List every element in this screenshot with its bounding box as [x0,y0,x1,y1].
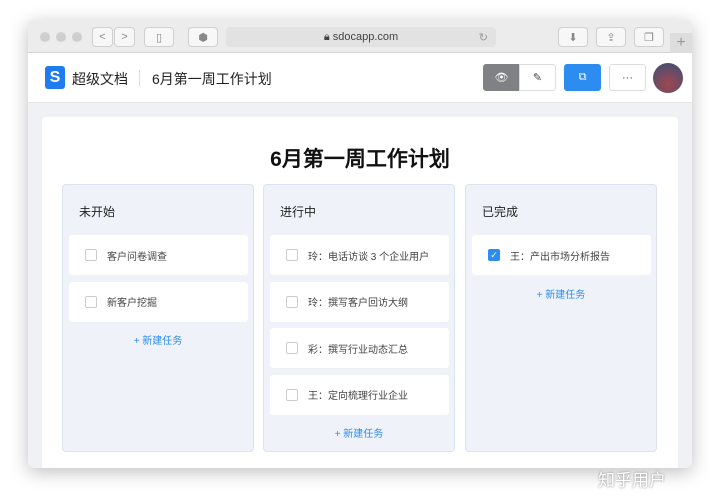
avatar[interactable] [653,63,683,93]
column-1: 进行中 玲：电话访谈 3 个企业用户 玲：撰写客户回访大纲 彩：撰写行业动态汇总… [263,184,455,452]
column-title: 已完成 [482,205,519,219]
task-text: 新客户挖掘 [107,298,157,309]
new-task-button[interactable]: + 新建任务 [63,332,253,347]
close-window-button[interactable] [40,32,50,42]
app-header: S 超级文档 6月第一周工作计划 👁︎ ✎ ⧉ ··· [28,53,692,103]
task-checkbox[interactable] [286,249,298,261]
kanban-board: 6月第一周工作计划 未开始 客户问卷调查 新客户挖掘 + 新建任务 进行中 玲：电… [42,117,678,468]
brand-name[interactable]: 超级文档 [72,69,128,89]
tabs-icon[interactable]: ❐ [634,27,664,47]
task-text: 玲：电话访谈 3 个企业用户 [308,251,430,263]
column-title: 未开始 [79,205,116,219]
reload-icon[interactable]: ↻ [479,31,488,44]
task-checkbox[interactable] [286,295,298,308]
zoom-window-button[interactable] [72,32,82,42]
task-card[interactable]: 玲：电话访谈 3 个企业用户 [270,235,449,275]
task-text: 彩：撰写行业动态汇总 [308,344,408,356]
task-checkbox[interactable]: ✓ [488,249,500,261]
task-card[interactable]: 新客户挖掘 [69,281,248,322]
task-text: 王：定向梳理行业企业 [308,391,408,402]
new-task-button[interactable]: + 新建任务 [466,286,656,301]
sidebar-icon[interactable]: ▯ [144,27,174,47]
column-title: 进行中 [280,205,317,219]
eye-icon: 👁︎ [494,72,509,84]
task-card[interactable]: 王：定向梳理行业企业 [270,374,449,415]
task-checkbox[interactable] [286,342,298,354]
column-0: 未开始 客户问卷调查 新客户挖掘 + 新建任务 [62,184,254,452]
view-mode-button[interactable]: 👁︎ [483,64,520,91]
download-icon[interactable]: ⬇ [558,27,588,47]
browser-window: < > ▯ ⬢ 🔒︎ sdocapp.com ↻ ⬇ ⇪ ❐ + S 超级文档 6… [28,20,692,468]
back-icon[interactable]: < [92,27,113,47]
task-checkbox[interactable] [85,295,97,308]
divider [139,70,140,86]
share-icon[interactable]: ⇪ [596,27,626,47]
lock-icon: 🔒︎ [323,30,333,43]
url-text: sdocapp.com [332,31,399,43]
task-checkbox[interactable] [286,388,298,401]
watermark: 知乎用户 [598,471,666,490]
shield-icon[interactable]: ⬢ [188,27,218,47]
pencil-icon: ✎ [532,72,543,84]
share-button[interactable]: ⧉ [564,64,601,91]
edit-mode-button[interactable]: ✎ [519,64,556,91]
browser-toolbar: < > ▯ ⬢ 🔒︎ sdocapp.com ↻ ⬇ ⇪ ❐ + [28,20,692,53]
task-checkbox[interactable] [85,249,97,261]
task-card[interactable]: 玲：撰写客户回访大纲 [270,281,449,322]
logo-icon: S [45,66,65,89]
task-text: 玲：撰写客户回访大纲 [308,298,408,309]
task-text: 客户问卷调查 [107,251,167,263]
task-text: 王：产出市场分析报告 [510,251,610,263]
board-title: 6月第一周工作计划 [270,148,450,171]
document-title: 6月第一周工作计划 [152,71,272,87]
more-button[interactable]: ··· [609,64,646,91]
minimize-window-button[interactable] [56,32,66,42]
external-link-icon: ⧉ [578,71,587,83]
forward-icon[interactable]: > [114,27,135,47]
task-card[interactable]: ✓ 王：产出市场分析报告 [472,235,651,275]
new-tab-button[interactable]: + [670,33,692,53]
column-2: 已完成 ✓ 王：产出市场分析报告 + 新建任务 [465,184,657,452]
new-task-button[interactable]: + 新建任务 [264,425,454,440]
task-card[interactable]: 客户问卷调查 [69,235,248,275]
task-card[interactable]: 彩：撰写行业动态汇总 [270,328,449,368]
address-bar[interactable]: 🔒︎ sdocapp.com ↻ [226,27,496,47]
